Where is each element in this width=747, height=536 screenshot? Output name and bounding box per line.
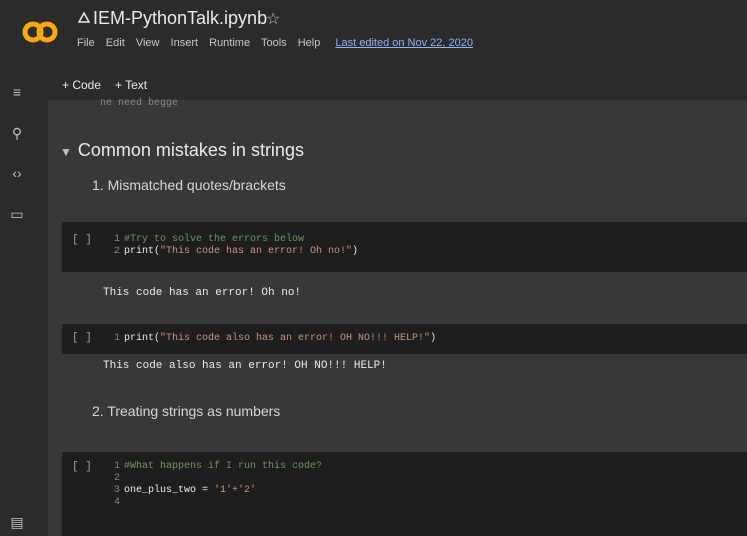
menu-item[interactable]: Edit <box>106 37 125 49</box>
notebook-toolbar: + Code + Text <box>48 70 747 100</box>
code-icon[interactable]: ‹› <box>7 165 27 181</box>
code-line: 1 #Try to solve the errors below <box>113 234 305 245</box>
colab-logo-icon[interactable] <box>22 18 58 46</box>
notebook-title[interactable]: IEM-PythonTalk.ipynb <box>93 8 267 29</box>
section-heading[interactable]: ▼ Common mistakes in strings <box>60 140 304 161</box>
code-line: 2 print("This code has an error! Oh no!") <box>113 246 359 257</box>
menu-item[interactable]: Insert <box>171 37 199 49</box>
left-sidebar: ≡ ⚲ ‹› ▭ ▤ <box>0 70 48 536</box>
terminal-icon[interactable]: ▤ <box>7 514 27 530</box>
code-line: 1 #What happens if I run this code? <box>113 461 323 472</box>
drive-icon <box>78 12 90 23</box>
search-icon[interactable]: ⚲ <box>7 125 27 141</box>
menu-item[interactable]: File <box>77 37 95 49</box>
subheading: 1. Mismatched quotes/brackets <box>92 177 286 193</box>
folder-icon[interactable]: ▭ <box>7 206 27 222</box>
menu-item[interactable]: View <box>136 37 160 49</box>
subheading: 2. Treating strings as numbers <box>92 403 281 419</box>
cell-output: This code also has an error! OH NO!!! HE… <box>103 360 387 372</box>
cell-output: This code has an error! Oh no! <box>103 287 302 299</box>
code-line: 1 print("This code also has an error! OH … <box>113 333 437 344</box>
menu-icon[interactable]: ≡ <box>7 84 27 100</box>
code-line: 3 one_plus_two = '1'+'2' <box>113 485 257 496</box>
cell-code[interactable]: 1 #What happens if I run this code? 2 3 on… <box>110 461 322 509</box>
run-cell-button[interactable]: [ ] <box>72 332 92 344</box>
menu-bar: File Edit View Insert Runtime Tools Help… <box>77 37 481 49</box>
run-cell-button[interactable]: [ ] <box>72 234 92 246</box>
last-edited-link[interactable]: Last edited on Nov 22, 2020 <box>335 37 473 49</box>
code-cell[interactable]: [ ] 1 print("This code also has an error!… <box>62 324 747 354</box>
add-code-button[interactable]: + Code <box>62 78 101 92</box>
menu-item[interactable]: Help <box>298 37 321 49</box>
truncated-text: ne need begge <box>100 98 179 109</box>
cell-code[interactable]: 1 #Try to solve the errors below 2 print("… <box>110 234 358 258</box>
add-text-button[interactable]: + Text <box>115 78 147 92</box>
code-line: 4 <box>113 497 120 508</box>
run-cell-button[interactable]: [ ] <box>72 461 92 473</box>
code-cell[interactable]: [ ] 1 #What happens if I run this code? 2… <box>62 452 747 536</box>
header-bar: IEM-PythonTalk.ipynb ☆ File Edit View In… <box>0 0 747 70</box>
code-line: 2 <box>113 473 120 484</box>
chevron-down-icon[interactable]: ▼ <box>60 145 72 159</box>
cell-code[interactable]: 1 print("This code also has an error! OH … <box>110 333 436 345</box>
code-cell[interactable]: [ ] 1 #Try to solve the errors below 2 pri… <box>62 222 747 272</box>
menu-item[interactable]: Tools <box>261 37 287 49</box>
menu-item[interactable]: Runtime <box>209 37 250 49</box>
star-icon[interactable]: ☆ <box>266 9 280 29</box>
